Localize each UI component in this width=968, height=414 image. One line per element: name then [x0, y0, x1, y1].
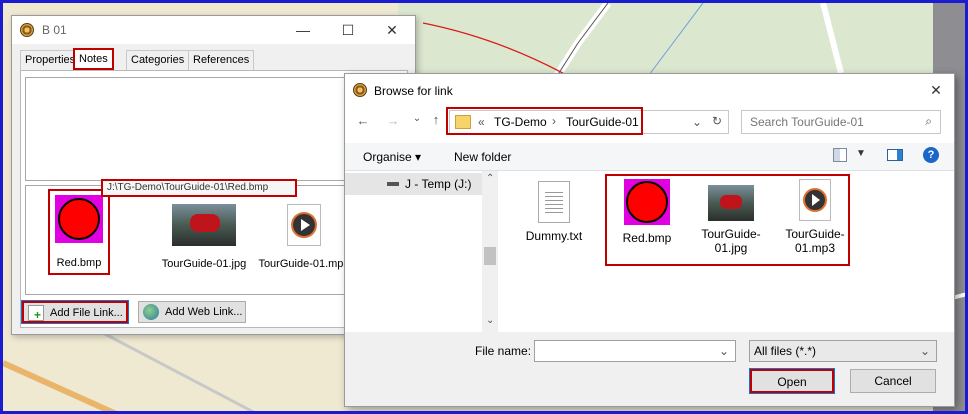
file-name-dropdown-icon[interactable]: ⌄ — [719, 341, 729, 361]
b01-title: B 01 — [42, 23, 67, 37]
back-arrow-icon[interactable]: ← — [355, 113, 371, 128]
browse-title: Browse for link — [374, 84, 453, 98]
minimize-icon[interactable]: — — [295, 22, 311, 38]
search-input[interactable]: Search TourGuide-01 ⌕ — [741, 110, 941, 134]
app-icon — [20, 23, 34, 37]
nav-item-j-temp[interactable]: J - Temp (J:) — [345, 173, 482, 195]
address-dropdown-icon[interactable]: ⌄ — [692, 115, 702, 129]
file-name-label: File name: — [475, 344, 532, 358]
link-item-red-bmp[interactable]: Red.bmp — [48, 189, 110, 275]
file-type-dropdown-icon[interactable]: ⌄ — [920, 341, 930, 361]
add-file-link-label: Add File Link... — [50, 307, 123, 319]
link-item-jpg[interactable]: TourGuide-01.jpg — [154, 194, 254, 270]
navigation-pane: J - Temp (J:) — [345, 171, 498, 332]
open-button[interactable]: Open — [749, 368, 835, 394]
add-web-link-label: Add Web Link... — [165, 306, 243, 318]
text-file-icon — [538, 181, 570, 223]
drive-icon — [387, 182, 399, 186]
tab-references[interactable]: References — [188, 50, 255, 70]
dialog-toolbar: Organise ▾ New folder ▼ ? — [345, 143, 954, 171]
view-dropdown-icon[interactable]: ▼ — [856, 148, 866, 159]
file-type-value: All files (*.*) — [754, 344, 817, 358]
file-type-select[interactable]: All files (*.*) ⌄ — [749, 340, 937, 362]
new-folder-button[interactable]: New folder — [454, 150, 511, 164]
link-label: TourGuide-01.mp3 — [258, 258, 350, 270]
add-file-link-button[interactable]: + Add File Link... — [21, 300, 129, 324]
tab-properties[interactable]: Properties — [20, 50, 81, 70]
scroll-up-icon[interactable]: ⌃ — [486, 173, 494, 184]
app-icon — [353, 83, 367, 97]
preview-pane-icon[interactable] — [887, 149, 903, 161]
link-label: TourGuide-01.jpg — [161, 258, 247, 270]
desktop-map-background: B 01 — ☐ ✕ Properties Notes Categories R… — [0, 0, 968, 414]
scroll-thumb[interactable] — [484, 247, 496, 265]
file-name: Dummy.txt — [525, 229, 583, 243]
up-arrow-icon[interactable]: ↑ — [429, 112, 443, 127]
link-label: Red.bmp — [56, 257, 102, 269]
add-file-icon: + — [28, 305, 44, 321]
view-icon[interactable] — [833, 148, 847, 162]
organise-button[interactable]: Organise ▾ — [363, 150, 421, 164]
close-icon[interactable]: ✕ — [928, 82, 944, 98]
maximize-icon[interactable]: ☐ — [340, 22, 356, 38]
search-placeholder: Search TourGuide-01 — [750, 115, 864, 129]
help-icon[interactable]: ? — [923, 147, 939, 163]
selected-files-highlight — [605, 174, 850, 266]
dialog-footer: File name: ⌄ All files (*.*) ⌄ Open Canc… — [345, 332, 954, 406]
browse-dialog: Browse for link ✕ ← → ⌄ ↑ « TG-Demo › To… — [344, 73, 955, 407]
add-web-link-button[interactable]: Add Web Link... — [138, 301, 246, 323]
cancel-button[interactable]: Cancel — [850, 369, 936, 393]
nav-item-label: J - Temp (J:) — [405, 177, 472, 191]
forward-arrow-icon[interactable]: → — [385, 113, 401, 128]
file-name-input[interactable]: ⌄ — [534, 340, 736, 362]
tab-categories[interactable]: Categories — [126, 50, 190, 70]
audio-file-icon — [287, 204, 321, 246]
search-icon: ⌕ — [925, 114, 932, 128]
file-item-dummy-txt[interactable]: Dummy.txt — [509, 181, 599, 243]
link-item-mp3[interactable]: TourGuide-01.mp3 — [254, 194, 354, 270]
photo-thumbnail — [172, 204, 236, 246]
scroll-down-icon[interactable]: ⌄ — [486, 315, 494, 326]
bmp-thumbnail — [55, 195, 103, 243]
refresh-icon[interactable]: ↻ — [712, 114, 722, 128]
globe-icon — [143, 304, 159, 320]
recent-chevron-icon[interactable]: ⌄ — [411, 113, 423, 124]
tab-notes[interactable]: Notes — [73, 48, 114, 70]
nav-scrollbar[interactable]: ⌃ ⌄ — [482, 171, 498, 332]
close-icon[interactable]: ✕ — [384, 22, 400, 38]
path-tooltip: J:\TG-Demo\TourGuide-01\Red.bmp — [101, 179, 297, 197]
b01-titlebar: B 01 — ☐ ✕ — [12, 16, 415, 44]
breadcrumb-highlight — [446, 107, 643, 135]
